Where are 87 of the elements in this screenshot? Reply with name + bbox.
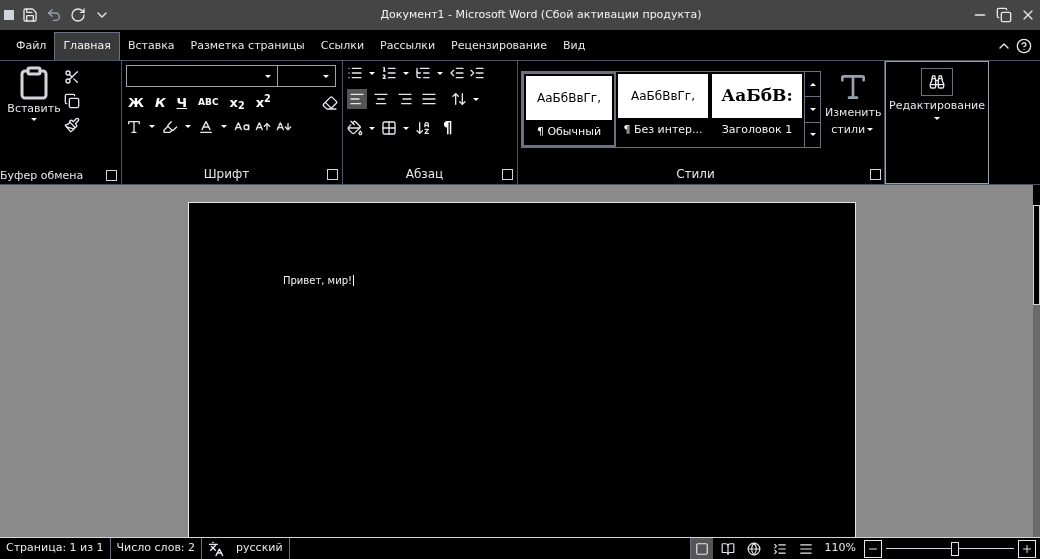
ribbon-tab[interactable]: Вид [554, 32, 594, 60]
save-icon[interactable] [22, 7, 38, 23]
spelling-icon[interactable] [208, 540, 225, 557]
dialog-launcher-icon[interactable] [870, 168, 881, 180]
ribbon-tab[interactable]: Разметка страницы [182, 32, 313, 60]
status-item: Число слов: 2 [110, 538, 203, 559]
caret-icon [473, 97, 479, 101]
caret-icon [149, 125, 155, 128]
font-size-field[interactable] [278, 65, 336, 87]
dialog-launcher-icon[interactable] [502, 168, 513, 180]
more-icon[interactable] [809, 133, 816, 137]
editing-button[interactable]: Редактирование [885, 61, 989, 184]
restore-icon[interactable] [996, 7, 1012, 23]
view-icon [798, 541, 813, 556]
ribbon-tab[interactable]: Файл [8, 32, 55, 60]
language-label: русский [236, 540, 283, 557]
text-effects-icon[interactable] [126, 118, 142, 135]
highlighter-icon[interactable] [162, 118, 178, 135]
caret-icon [185, 125, 191, 128]
view-icon [746, 541, 761, 556]
caret-icon [369, 71, 375, 75]
group-label: Буфер обмена [0, 167, 84, 184]
zoom-slider[interactable] [886, 539, 1014, 558]
numbering-icon[interactable] [381, 65, 397, 81]
multilevel-list-icon[interactable] [415, 65, 431, 81]
shading-icon[interactable] [347, 120, 363, 137]
align-button[interactable] [347, 89, 367, 109]
vertical-scrollbar[interactable] [1033, 185, 1040, 537]
status-item: Страница: 1 из 1 [0, 538, 111, 559]
caret-icon [403, 71, 409, 75]
format-button[interactable]: К [152, 93, 168, 113]
caret-icon [265, 74, 271, 78]
redo-icon[interactable] [70, 7, 86, 23]
brush-icon[interactable] [64, 117, 80, 133]
dialog-launcher-icon[interactable] [327, 168, 338, 180]
view-icon [694, 541, 709, 556]
format-button[interactable]: Ж [126, 93, 146, 113]
binoculars-icon [929, 74, 945, 90]
line-spacing-icon[interactable] [451, 91, 467, 107]
format-button[interactable]: Ч [174, 93, 190, 113]
change-styles-button[interactable]: Изменить стили [825, 71, 882, 164]
format-button[interactable]: x$_{2}$ [227, 93, 247, 113]
slider-thumb[interactable] [951, 541, 960, 556]
view-icon [772, 541, 787, 556]
ribbon-tab[interactable]: Главная [54, 32, 120, 60]
zoom-in-button[interactable] [1018, 539, 1036, 558]
zoom-level: 110% [823, 540, 857, 557]
caret-icon [369, 126, 375, 130]
ribbon-tab[interactable]: Рассылки [372, 32, 444, 60]
format-button[interactable]: x$^{2}$ [253, 93, 273, 113]
decrease-indent-icon[interactable] [449, 65, 465, 81]
zoom-out-button[interactable] [864, 539, 882, 558]
group-label: Стили [676, 166, 715, 183]
window-title: Документ1 - Microsoft Word (Сбой активации продукта) [380, 6, 702, 23]
caret-icon [403, 126, 409, 130]
increase-indent-icon[interactable] [469, 65, 485, 81]
help-icon[interactable] [1016, 38, 1032, 54]
format-button[interactable]: ABC [196, 96, 221, 110]
caret-icon [867, 128, 874, 132]
paste-button[interactable]: Вставить [4, 65, 64, 168]
style-item[interactable]: АаБбВвГг, ¶ Обычный [522, 72, 616, 147]
caret-icon [934, 116, 940, 120]
caret-icon [323, 74, 329, 78]
font-name-field[interactable] [126, 65, 278, 87]
caret-icon [221, 125, 227, 128]
scissors-icon[interactable] [64, 69, 80, 85]
bullets-icon[interactable] [347, 65, 363, 81]
show-marks-button[interactable]: ¶ [443, 117, 453, 140]
dialog-launcher-icon[interactable] [106, 170, 117, 182]
sort-icon[interactable] [415, 120, 431, 137]
ribbon-tab[interactable]: Ссылки [312, 32, 373, 60]
borders-icon[interactable] [381, 120, 397, 137]
scroll-down-icon[interactable] [809, 108, 816, 111]
document-text: Привет, мир! [283, 275, 354, 286]
ribbon-tab[interactable]: Вставка [119, 32, 183, 60]
font-color-icon[interactable] [198, 118, 214, 135]
caret-icon [437, 71, 443, 75]
caret-icon [31, 117, 37, 121]
scroll-up-icon[interactable] [809, 82, 816, 86]
copy-icon[interactable] [64, 93, 80, 109]
group-label: Шрифт [203, 166, 250, 183]
undo-icon[interactable] [46, 7, 62, 23]
plus-icon [1021, 542, 1033, 555]
view-icon [720, 541, 735, 556]
group-label: Абзац [405, 166, 444, 183]
eraser-icon[interactable] [322, 94, 338, 111]
ribbon-tab[interactable]: Рецензирование [443, 32, 555, 60]
